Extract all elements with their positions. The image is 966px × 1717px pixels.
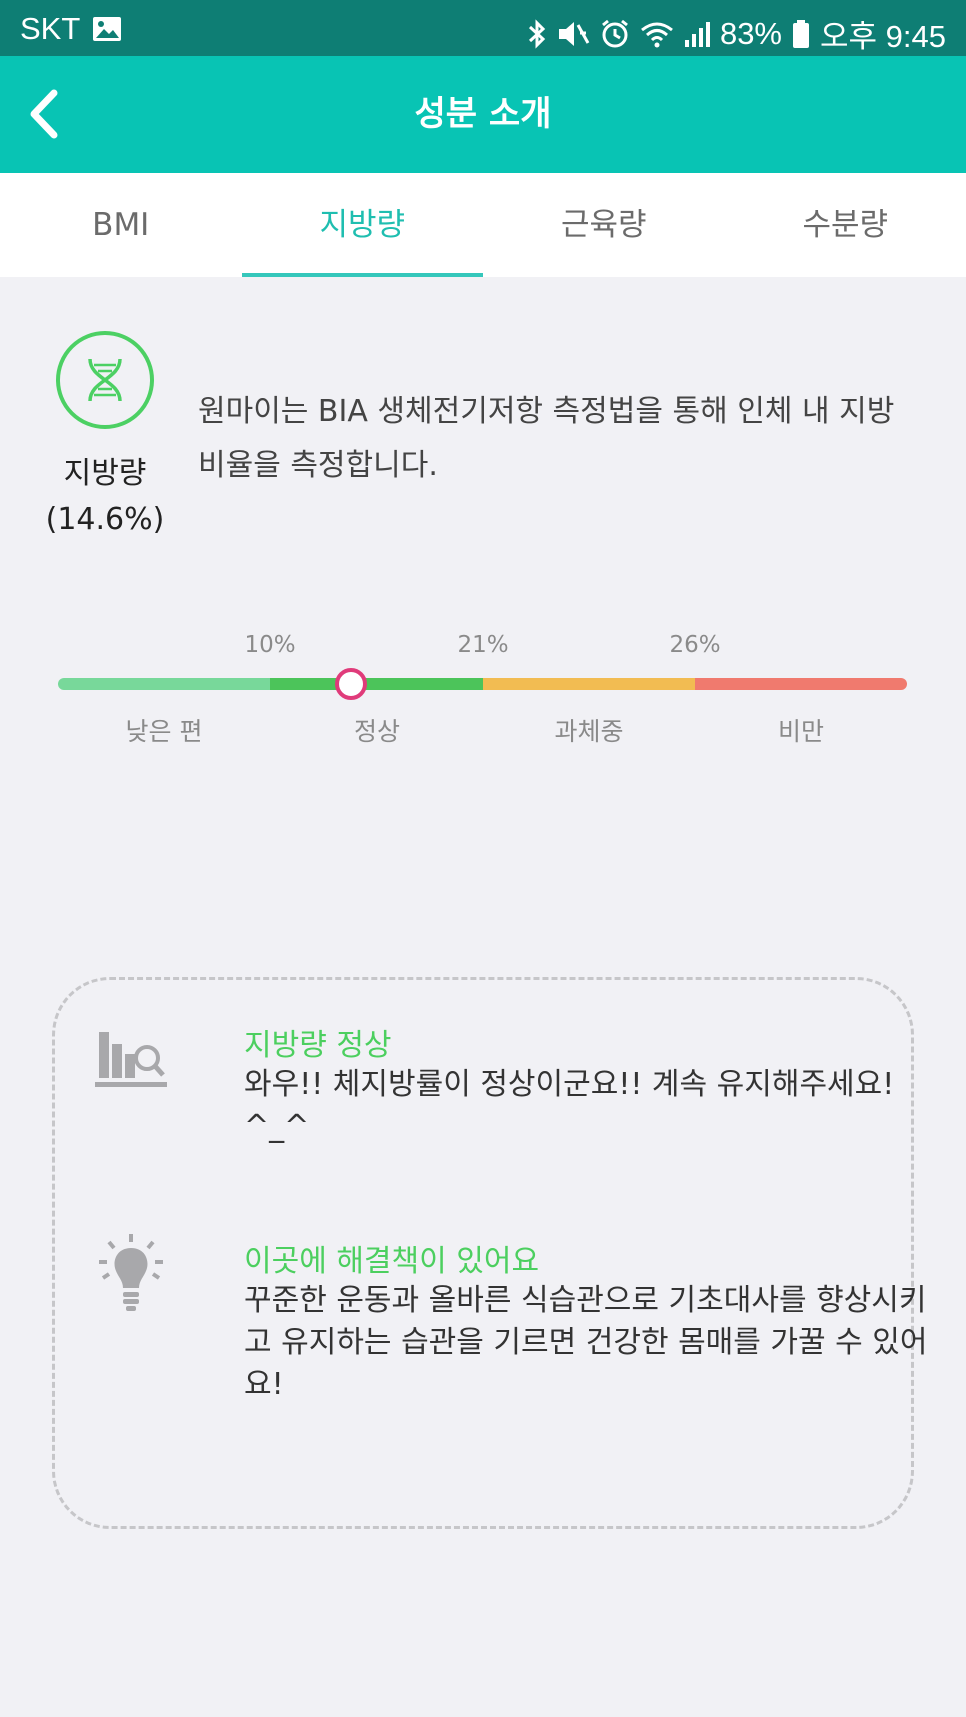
signal-icon: [684, 18, 710, 50]
info-card: 지방량 정상 와우!! 체지방률이 정상이군요!! 계속 유지해주세요! ^_^…: [52, 977, 928, 1529]
scale-segment-overweight: [483, 678, 695, 690]
tab-fat-mass[interactable]: 지방량: [241, 173, 484, 277]
tab-muscle-mass[interactable]: 근육량: [483, 173, 725, 277]
metric-description: 원마이는 BIA 생체전기저항 측정법을 통해 인체 내 지방 비율을 측정합니…: [198, 394, 895, 483]
app-bar: 성분 소개: [0, 56, 966, 173]
image-icon: [92, 13, 122, 45]
scale-bar: [58, 678, 907, 690]
scale-category: 정상: [353, 717, 401, 746]
status-text: 와우!! 체지방률이 정상이군요!! 계속 유지해주세요! ^_^: [244, 1067, 895, 1144]
alarm-icon: [600, 18, 630, 50]
metric-value: (14.6%): [45, 502, 165, 537]
scale-category: 낮은 편: [125, 717, 203, 746]
tip-title: 이곳에 해결책이 있어요: [244, 1244, 540, 1279]
metric-name: 지방량: [63, 456, 147, 491]
scale-segment-normal: [270, 678, 483, 690]
tab-bar: BMI 지방량 근육량 수분량: [0, 173, 966, 277]
range-scale: 10% 21% 26% 낮은 편 정상 과체중 비만: [58, 620, 907, 750]
status-title: 지방량 정상: [244, 1028, 392, 1063]
mute-icon: [556, 18, 590, 50]
battery-icon: [792, 18, 810, 50]
bluetooth-icon: [528, 18, 546, 50]
scale-segment-low: [58, 678, 270, 690]
page-title: 성분 소개: [414, 94, 552, 134]
scale-tick: 21%: [457, 632, 509, 658]
status-bar: SKT 83% 오후 9:45: [0, 0, 966, 56]
wifi-icon: [640, 18, 674, 50]
battery-percent: 83%: [719, 15, 782, 51]
chart-search-icon: [95, 1028, 167, 1096]
scale-tick: 26%: [669, 632, 721, 658]
carrier-label: SKT: [20, 11, 81, 46]
scale-marker: [334, 668, 367, 700]
lightbulb-icon: [95, 1232, 167, 1320]
tip-text: 꾸준한 운동과 올바른 식습관으로 기초대사를 향상시키고 유지하는 습관을 기…: [244, 1283, 928, 1402]
tab-bmi[interactable]: BMI: [0, 173, 242, 277]
scale-tick: 10%: [244, 632, 296, 658]
tab-water[interactable]: 수분량: [725, 173, 966, 277]
scale-segment-obese: [695, 678, 907, 690]
dna-icon: [56, 331, 154, 429]
scale-category: 비만: [777, 717, 825, 746]
clock: 오후 9:45: [820, 19, 946, 54]
scale-category: 과체중: [554, 717, 624, 746]
